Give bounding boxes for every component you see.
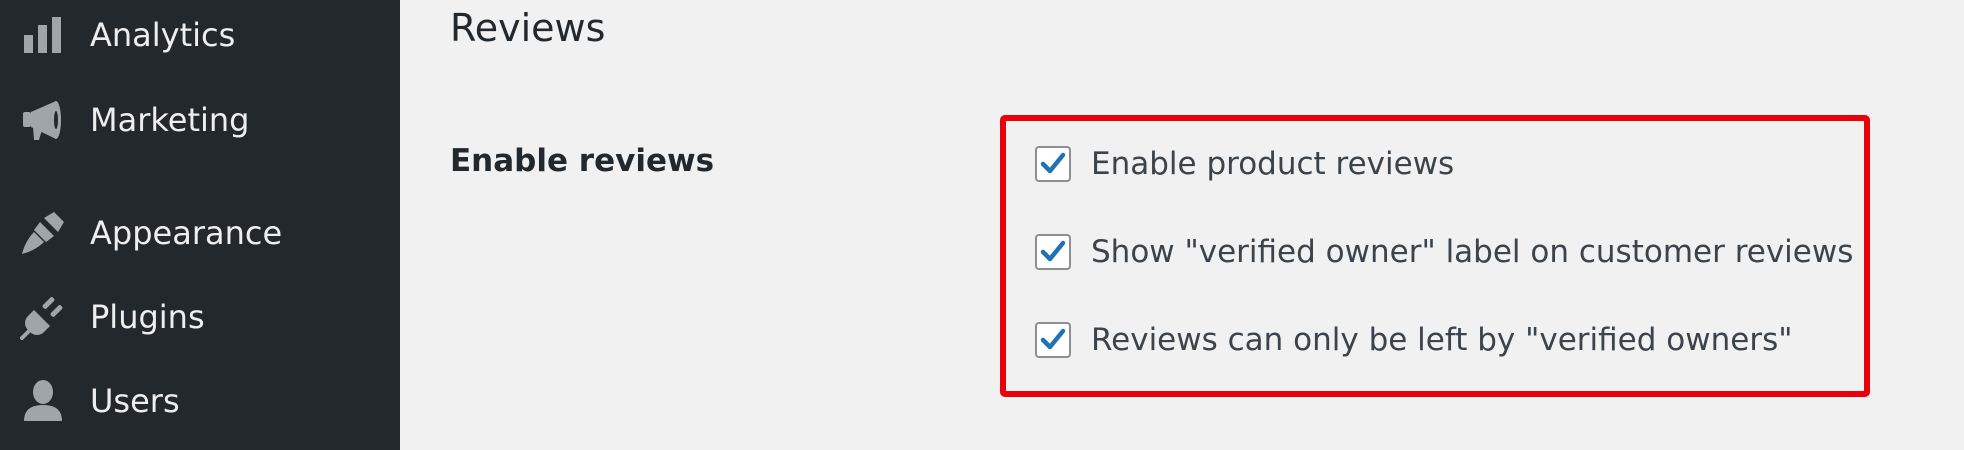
verified-owners-only-option[interactable]: Reviews can only be left by "verified ow… — [1035, 317, 1792, 363]
verified-owners-only-checkbox[interactable] — [1035, 322, 1071, 358]
paintbrush-icon — [20, 210, 66, 256]
sidebar-item-label: Marketing — [90, 101, 250, 139]
admin-sidebar: Analytics Marketing Appearance Plugins U… — [0, 0, 400, 450]
sidebar-item-marketing[interactable]: Marketing — [0, 90, 400, 150]
verified-owner-label-checkbox[interactable] — [1035, 234, 1071, 270]
sidebar-item-analytics[interactable]: Analytics — [0, 5, 400, 65]
enable-product-reviews-option[interactable]: Enable product reviews — [1035, 141, 1454, 187]
sidebar-item-label: Users — [90, 382, 180, 420]
sidebar-item-appearance[interactable]: Appearance — [0, 203, 400, 263]
section-title: Reviews — [450, 6, 606, 50]
checkmark-icon — [1040, 152, 1066, 174]
sidebar-item-label: Analytics — [90, 16, 236, 54]
verified-owner-label-option[interactable]: Show "verified owner" label on customer … — [1035, 229, 1853, 275]
enable-product-reviews-checkbox[interactable] — [1035, 146, 1071, 182]
option-label: Reviews can only be left by "verified ow… — [1091, 322, 1793, 358]
user-icon — [20, 378, 66, 424]
megaphone-icon — [20, 97, 66, 143]
bar-chart-icon — [20, 12, 66, 58]
settings-main: Reviews Enable reviews Enable product re… — [400, 0, 1964, 450]
sidebar-item-plugins[interactable]: Plugins — [0, 287, 400, 347]
option-label: Enable product reviews — [1091, 146, 1455, 182]
checkmark-icon — [1040, 328, 1066, 350]
checkmark-icon — [1040, 240, 1066, 262]
sidebar-item-label: Appearance — [90, 214, 283, 252]
sidebar-item-users[interactable]: Users — [0, 371, 400, 431]
plug-icon — [20, 294, 66, 340]
sidebar-item-label: Plugins — [90, 298, 205, 336]
field-label-enable-reviews: Enable reviews — [450, 143, 715, 179]
option-label: Show "verified owner" label on customer … — [1091, 234, 1854, 270]
